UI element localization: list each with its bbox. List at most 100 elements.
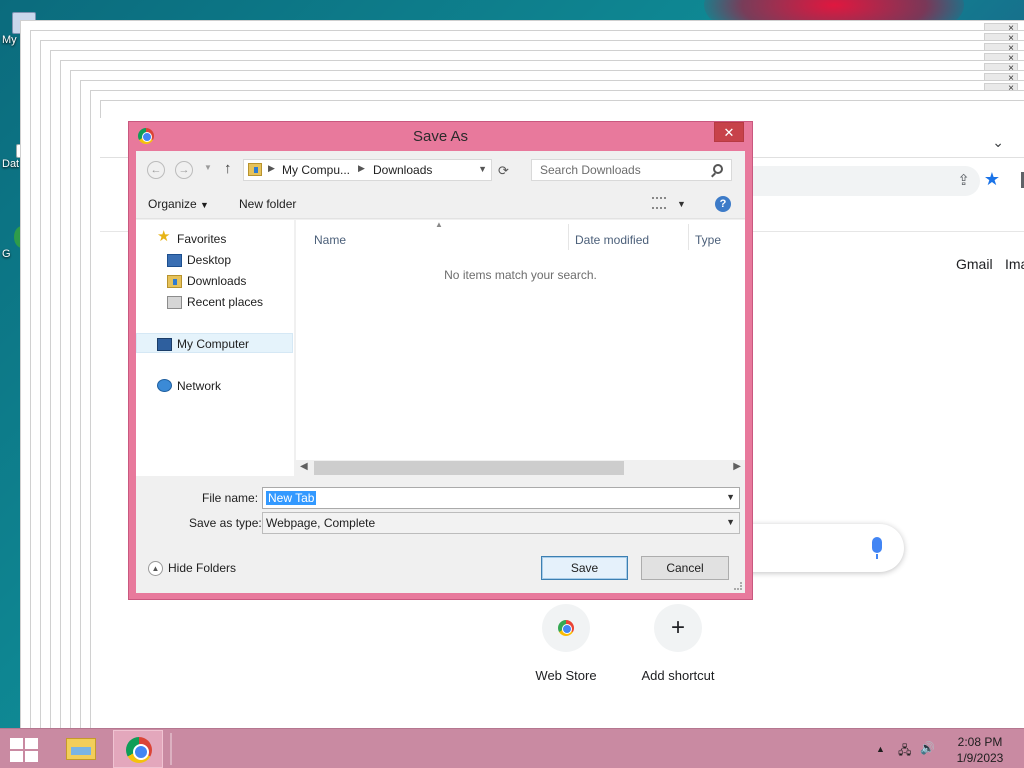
taskbar-file-explorer[interactable] (56, 730, 106, 768)
column-header-type[interactable]: Type (695, 233, 721, 247)
shortcut-label: Web Store (535, 668, 597, 683)
scrollbar-thumb[interactable] (314, 461, 624, 475)
desktop-icon-label: Dat (2, 158, 20, 170)
up-arrow-icon[interactable]: ↑ (224, 160, 232, 177)
dialog-titlebar[interactable]: Save As ✕ (129, 122, 752, 150)
desktop: My Dat G × × × × × × × ⌄ ⇪ ★ Gmail Ima (0, 0, 1024, 728)
recent-locations-chevron-icon[interactable]: ▼ (204, 163, 212, 172)
start-button[interactable] (10, 738, 38, 762)
close-button[interactable]: ✕ (714, 122, 744, 142)
images-link[interactable]: Ima (1005, 256, 1024, 272)
cancel-button[interactable]: Cancel (641, 556, 729, 580)
breadcrumb-separator-icon[interactable]: ▶ (268, 163, 275, 174)
search-placeholder: Search Downloads (540, 163, 641, 177)
volume-icon[interactable]: 🔊 (920, 741, 935, 755)
scroll-left-icon[interactable]: ◀ (300, 461, 308, 472)
nav-item-network[interactable]: Network (177, 379, 221, 393)
forward-button[interactable]: → (175, 161, 193, 179)
network-tray-icon[interactable]: 🖧 (898, 741, 911, 762)
hide-folders-button[interactable]: ▲ Hide Folders (148, 561, 237, 577)
shortcut-tile (542, 604, 590, 652)
microphone-icon[interactable] (872, 537, 882, 559)
search-input[interactable]: Search Downloads (531, 159, 732, 181)
breadcrumb-downloads[interactable]: Downloads (373, 163, 432, 177)
dialog-title: Save As (412, 128, 469, 145)
shortcut-tile: + (654, 604, 702, 652)
address-row: ← → ▼ ↑ ▶ My Compu... ▶ Downloads ▼ ⟳ Se… (136, 151, 745, 189)
scroll-right-icon[interactable]: ▶ (733, 461, 741, 472)
file-explorer-icon (66, 738, 96, 760)
organize-dropdown-icon: ▼ (200, 200, 209, 210)
file-name-value[interactable]: New Tab (266, 491, 317, 505)
resize-grip[interactable] (734, 582, 742, 590)
plus-icon: + (670, 614, 685, 641)
view-dropdown-icon[interactable]: ▼ (677, 199, 686, 209)
taskbar-chrome[interactable] (113, 730, 163, 768)
tab-search-chevron-icon[interactable]: ⌄ (992, 134, 1004, 151)
system-clock[interactable]: 2:08 PM 1/9/2023 (950, 734, 1010, 766)
address-dropdown-icon[interactable]: ▼ (478, 164, 487, 174)
show-hidden-icons-icon[interactable]: ▲ (876, 744, 885, 754)
column-separator[interactable] (688, 224, 689, 250)
command-bar: Organize ▼ New folder ▼ ? (136, 189, 745, 219)
save-button[interactable]: Save (541, 556, 628, 580)
sort-caret-icon: ▲ (435, 220, 443, 229)
desktop-icon (167, 254, 182, 267)
favorites-star-icon: ★ (157, 228, 171, 245)
recent-places-icon (167, 296, 182, 309)
taskbar: ▲ 🖧 🔊 2:08 PM 1/9/2023 (0, 728, 1024, 768)
file-name-field[interactable]: New Tab ▼ (262, 487, 740, 509)
navigation-pane: ★ Favorites Desktop Downloads Recent pla… (136, 220, 294, 476)
refresh-icon[interactable]: ⟳ (498, 163, 509, 179)
windows-logo-icon (10, 751, 23, 762)
new-folder-button[interactable]: New folder (239, 197, 296, 211)
windows-logo-icon (25, 751, 38, 762)
share-icon[interactable]: ⇪ (957, 171, 970, 189)
downloads-folder-icon (248, 163, 262, 176)
search-icon[interactable] (713, 164, 723, 174)
file-name-label: File name: (202, 491, 259, 505)
chrome-icon (126, 737, 152, 763)
horizontal-scrollbar[interactable]: ◀ ▶ (296, 460, 745, 476)
nav-item-favorites[interactable]: Favorites (177, 232, 226, 246)
address-bar[interactable]: ▶ My Compu... ▶ Downloads ▼ (243, 159, 492, 181)
desktop-icon-label: My (2, 34, 17, 46)
column-separator[interactable] (568, 224, 569, 250)
shortcut-add[interactable]: + Add shortcut (628, 604, 728, 683)
column-header-name[interactable]: Name (314, 233, 346, 247)
dialog-body: ← → ▼ ↑ ▶ My Compu... ▶ Downloads ▼ ⟳ Se… (136, 151, 745, 593)
network-icon (157, 379, 172, 392)
windows-logo-icon (25, 738, 38, 749)
organize-label: Organize (148, 197, 197, 211)
clock-time: 2:08 PM (957, 735, 1003, 749)
nav-item-downloads[interactable]: Downloads (187, 274, 246, 288)
save-as-dialog: Save As ✕ ← → ▼ ↑ ▶ My Compu... ▶ Downlo… (128, 121, 753, 600)
breadcrumb-my-computer[interactable]: My Compu... (282, 163, 350, 177)
nav-item-desktop[interactable]: Desktop (187, 253, 231, 267)
bookmark-star-icon[interactable]: ★ (984, 169, 1000, 190)
file-list: ▲ Name Date modified Type No items match… (296, 220, 745, 476)
windows-logo-icon (10, 738, 23, 749)
organize-button[interactable]: Organize ▼ (148, 197, 209, 211)
help-icon[interactable]: ? (715, 196, 731, 212)
shortcut-web-store[interactable]: Web Store (516, 604, 616, 683)
back-button[interactable]: ← (147, 161, 165, 179)
hide-folders-label: Hide Folders (168, 561, 237, 575)
save-as-type-value: Webpage, Complete (266, 516, 376, 530)
chrome-web-store-icon (558, 620, 574, 636)
column-header-date-modified[interactable]: Date modified (575, 233, 649, 247)
file-name-dropdown-icon[interactable]: ▼ (726, 492, 735, 502)
gmail-link[interactable]: Gmail (956, 256, 993, 272)
shortcut-label: Add shortcut (641, 668, 715, 683)
view-options-icon[interactable] (652, 197, 666, 209)
save-as-type-dropdown-icon[interactable]: ▼ (726, 517, 735, 527)
breadcrumb-separator-icon[interactable]: ▶ (358, 163, 365, 174)
nav-item-recent-places[interactable]: Recent places (187, 295, 263, 309)
empty-message: No items match your search. (444, 268, 597, 282)
save-as-type-select[interactable]: Webpage, Complete ▼ (262, 512, 740, 534)
collapse-arrow-icon: ▲ (148, 561, 163, 577)
nav-item-my-computer[interactable]: My Computer (177, 337, 249, 351)
taskbar-divider (170, 733, 172, 765)
save-as-type-label: Save as type: (189, 516, 262, 530)
computer-icon (157, 338, 172, 351)
